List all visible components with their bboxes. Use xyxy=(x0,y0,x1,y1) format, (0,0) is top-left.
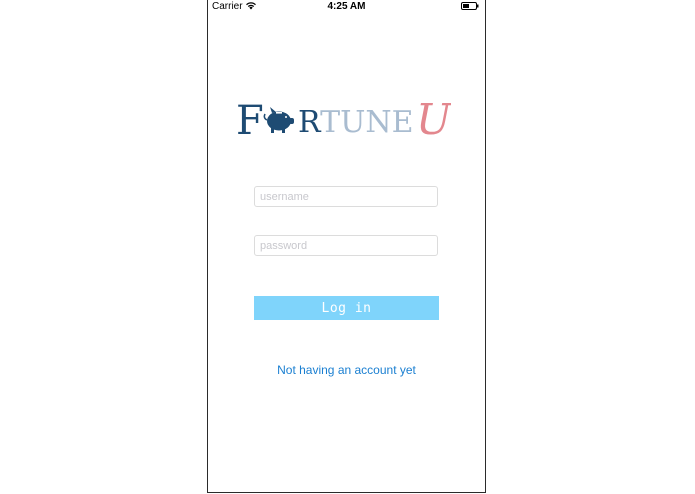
logo-word-rtune: RTUNE xyxy=(298,105,414,140)
phone-screen: Carrier 4:25 AM F RTUNE U Log in xyxy=(207,0,486,493)
logo-letter-f: F xyxy=(236,98,264,140)
username-input[interactable] xyxy=(254,186,438,207)
logo-letter-u: U xyxy=(416,95,451,140)
status-bar: Carrier 4:25 AM xyxy=(208,0,485,14)
fortuneu-logo: F RTUNE U xyxy=(236,95,451,140)
password-input[interactable] xyxy=(254,235,438,256)
battery-icon xyxy=(461,2,479,10)
signup-link[interactable]: Not having an account yet xyxy=(208,363,485,377)
piggy-bank-icon xyxy=(263,107,294,133)
login-button[interactable]: Log in xyxy=(254,296,439,320)
status-time: 4:25 AM xyxy=(327,1,366,12)
